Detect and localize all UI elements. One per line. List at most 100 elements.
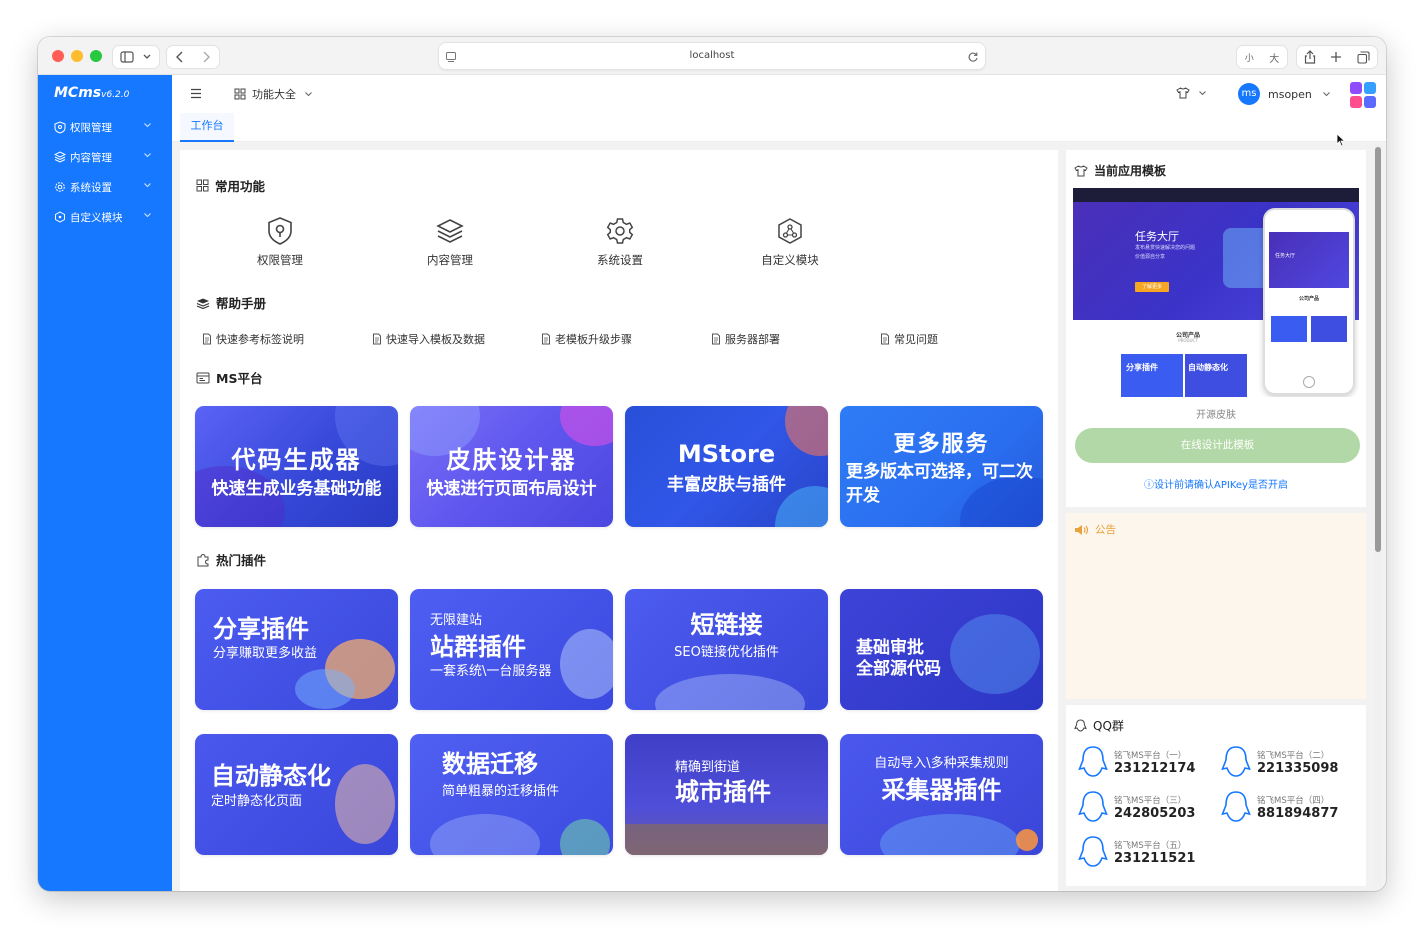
scrollbar-thumb[interactable]	[1375, 147, 1381, 552]
apikey-hint-link[interactable]: ⓘ设计前请确认APIKey是否开启	[1066, 476, 1366, 491]
help-link-label: 快速参考标签说明	[216, 333, 304, 346]
quick-permissions[interactable]: 权限管理	[235, 216, 325, 268]
chevron-down-icon	[144, 213, 151, 218]
quick-settings[interactable]: 系统设置	[575, 216, 665, 268]
card-collector-plugin[interactable]: 自动导入\多种采集规则 采集器插件	[840, 734, 1043, 855]
user-menu[interactable]: ms msopen	[1238, 83, 1331, 105]
card-site-group-plugin[interactable]: 无限建站 站群插件 一套系统\一台服务器	[410, 589, 613, 710]
browser-toolbar: localhost 小 大	[38, 37, 1386, 75]
sidebar-item-label: 自定义模块	[70, 211, 123, 224]
preview-hero-subtitle-2: 价值源自分享	[1135, 254, 1166, 260]
card-short-link-plugin[interactable]: 短链接 SEO链接优化插件	[625, 589, 828, 710]
qq-group-label: 铭飞MS平台（四）	[1257, 795, 1330, 806]
qq-group-number: 231211521	[1114, 850, 1196, 866]
help-link-server-deploy[interactable]: 服务器部署	[711, 331, 780, 347]
sidebar-item-label: 系统设置	[70, 181, 112, 194]
sidebar-toggle-button[interactable]	[112, 45, 160, 69]
help-link-tag-reference[interactable]: 快速参考标签说明	[202, 331, 304, 347]
card-subtitle: 简单粗暴的迁移插件	[442, 784, 560, 799]
card-city-plugin[interactable]: 精确到街道 城市插件	[625, 734, 828, 855]
help-link-label: 老模板升级步骤	[555, 333, 632, 346]
card-more-services[interactable]: 更多服务 更多版本可选择，可二次开发	[840, 406, 1043, 527]
feature-menu-button[interactable]: 功能大全	[234, 86, 313, 102]
card-title: 城市插件	[675, 777, 771, 806]
qq-heading: QQ群	[1074, 717, 1124, 734]
card-title: 短链接	[690, 610, 763, 639]
card-title: 分享插件	[213, 614, 309, 643]
zoom-window-button[interactable]	[90, 50, 102, 62]
layers-icon	[54, 151, 66, 163]
address-bar[interactable]: localhost	[438, 42, 986, 70]
quick-content[interactable]: 内容管理	[405, 216, 495, 268]
card-subtitle: 定时静态化页面	[211, 794, 303, 809]
document-icon	[373, 333, 381, 345]
hot-plugins-heading: 热门插件	[196, 550, 266, 569]
back-icon[interactable]	[175, 51, 185, 63]
card-subtitle: SEO链接优化插件	[674, 645, 779, 660]
forward-icon[interactable]	[201, 51, 211, 63]
app-logo[interactable]: MCmsv6.2.0	[54, 85, 129, 101]
card-subtitle: 一套系统\一台服务器	[430, 664, 552, 679]
qq-group-number: 242805203	[1114, 805, 1196, 821]
sidebar-item-custom-module[interactable]: 自定义模块	[38, 202, 172, 232]
minimize-window-button[interactable]	[71, 50, 83, 62]
tab-workbench[interactable]: 工作台	[180, 113, 234, 142]
reload-icon[interactable]	[967, 51, 979, 63]
card-migration-plugin[interactable]: 数据迁移 简单粗暴的迁移插件	[410, 734, 613, 855]
qq-group-item[interactable]: 铭飞MS平台（五） 231211521	[1078, 835, 1195, 869]
sidebar-item-settings[interactable]: 系统设置	[38, 172, 172, 202]
sidebar-item-content[interactable]: 内容管理	[38, 142, 172, 172]
new-tab-icon[interactable]	[1330, 51, 1342, 63]
card-code-generator[interactable]: 代码生成器 快速生成业务基础功能	[195, 406, 398, 527]
share-icon[interactable]	[1304, 50, 1316, 64]
help-link-upgrade-steps[interactable]: 老模板升级步骤	[541, 331, 632, 347]
logo-text: MCms	[54, 85, 102, 101]
card-subtitle: 丰富皮肤与插件	[667, 475, 786, 495]
qq-icon	[1221, 746, 1251, 777]
qq-group-label: 铭飞MS平台（五）	[1114, 840, 1187, 851]
font-larger-button[interactable]: 大	[1269, 50, 1279, 65]
preview-phone-section: 公司产品	[1298, 296, 1319, 302]
sidebar-item-permissions[interactable]: 权限管理	[38, 112, 172, 142]
app-header: 功能大全 ms msopen	[172, 75, 1386, 113]
current-template-heading: 当前应用模板	[1074, 162, 1166, 179]
card-skin-designer[interactable]: 皮肤设计器 快速进行页面布局设计	[410, 406, 613, 527]
feature-menu-label: 功能大全	[252, 88, 296, 101]
preview-phone-title: 任务大厅	[1275, 253, 1296, 259]
card-mstore[interactable]: MStore 丰富皮肤与插件	[625, 406, 828, 527]
card-static-plugin[interactable]: 自动静态化 定时静态化页面	[195, 734, 398, 855]
tab-bar: 工作台	[172, 113, 1386, 142]
menu-toggle-icon[interactable]	[190, 88, 202, 99]
help-link-import-template[interactable]: 快速导入模板及数据	[372, 331, 485, 347]
card-subtitle: 全部源代码	[856, 659, 941, 679]
qq-group-label: 铭飞MS平台（二）	[1257, 750, 1330, 761]
card-share-plugin[interactable]: 分享插件 分享赚取更多收益	[195, 589, 398, 710]
preview-hero-title: 任务大厅	[1135, 230, 1179, 243]
quick-settings-label: 系统设置	[597, 253, 643, 267]
document-icon	[542, 333, 550, 345]
section-title-text: MS平台	[216, 371, 263, 386]
help-link-faq[interactable]: 常见问题	[880, 331, 938, 347]
version-text: v6.2.0	[101, 90, 130, 100]
qq-icon	[1074, 719, 1087, 732]
quick-permissions-label: 权限管理	[257, 253, 303, 267]
card-approval-plugin[interactable]: 基础审批 全部源代码	[840, 589, 1043, 710]
qq-group-item[interactable]: 铭飞MS平台（二） 221335098	[1221, 745, 1338, 779]
section-title-text: 热门插件	[216, 553, 267, 568]
puzzle-icon	[197, 553, 209, 566]
card-subtitle: 更多版本可选择，可二次开发	[846, 462, 1033, 506]
speaker-icon	[1075, 524, 1089, 535]
app-grid-icon[interactable]	[1350, 82, 1376, 108]
template-preview-image[interactable]: 任务大厅 发布悬赏快速解决您的问题 价值源自分享 了解更多 公司产品 PRODU…	[1073, 188, 1359, 397]
close-window-button[interactable]	[52, 50, 64, 62]
online-design-button[interactable]: 在线设计此模板	[1075, 428, 1360, 463]
section-title-text: 常用功能	[215, 179, 266, 194]
skin-switch-button[interactable]	[1176, 87, 1207, 99]
current-template-panel: 当前应用模板 任务大厅 发布悬赏快速解决您的问题 价值源自分享 了解更多 公司产…	[1066, 150, 1366, 507]
quick-custom-module[interactable]: 自定义模块	[745, 216, 835, 268]
tab-overview-icon[interactable]	[1357, 50, 1370, 64]
font-smaller-button[interactable]: 小	[1245, 51, 1254, 64]
qq-group-item[interactable]: 铭飞MS平台（四） 881894877	[1221, 790, 1338, 824]
qq-group-item[interactable]: 铭飞MS平台（三） 242805203	[1078, 790, 1195, 824]
qq-group-item[interactable]: 铭飞MS平台（一） 231212174	[1078, 745, 1195, 779]
